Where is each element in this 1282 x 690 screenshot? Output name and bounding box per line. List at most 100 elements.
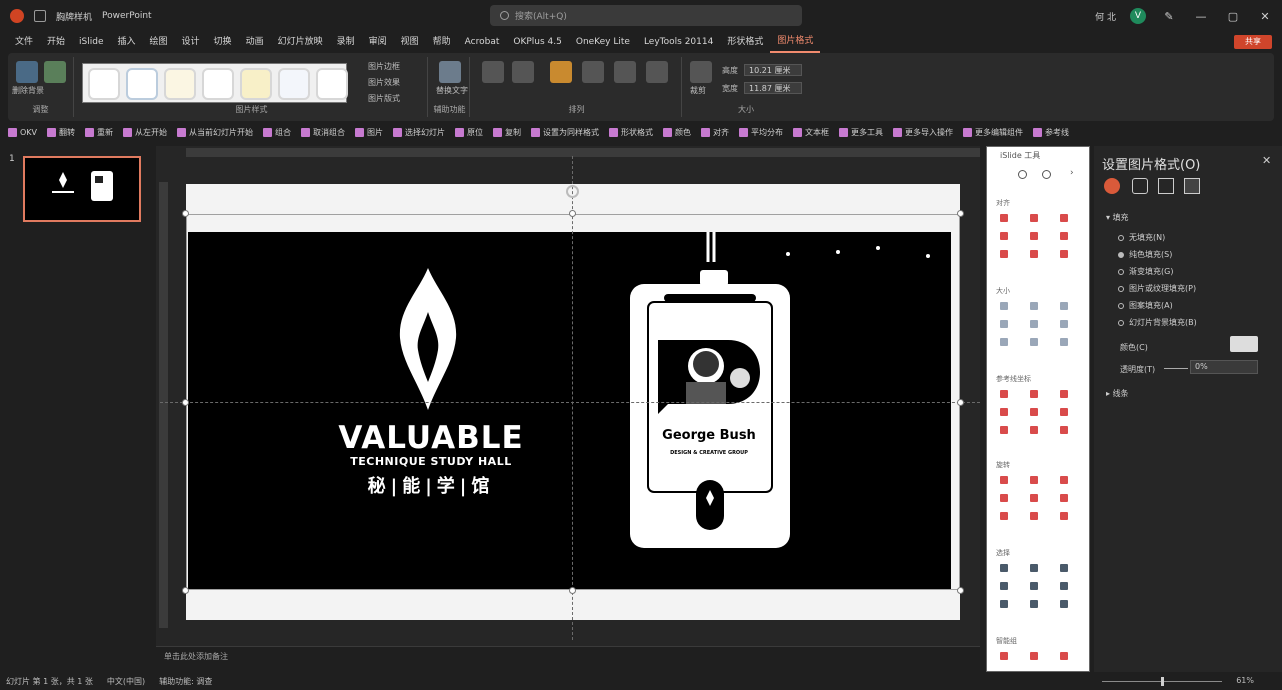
resize-handle-ne[interactable] [957, 210, 964, 217]
islide-tool-icon[interactable] [1030, 302, 1038, 310]
picture-style-7[interactable] [316, 68, 348, 100]
islide-tool-icon[interactable] [1030, 214, 1038, 222]
quick-tool-12[interactable]: 形状格式 [609, 127, 653, 138]
islide-tool-icon[interactable] [1060, 564, 1068, 572]
menu-item-17[interactable]: 形状格式 [720, 32, 770, 52]
panel-collapse-icon[interactable]: › [1070, 168, 1074, 178]
notes-bar[interactable] [156, 646, 980, 668]
islide-tool-icon[interactable] [1030, 476, 1038, 484]
islide-tool-icon[interactable] [1000, 426, 1008, 434]
picture-effects-button[interactable]: 图片效果 [368, 77, 400, 88]
picture-style-4[interactable] [202, 68, 234, 100]
islide-tool-icon[interactable] [1060, 512, 1068, 520]
resize-handle-sw[interactable] [182, 587, 189, 594]
islide-tool-icon[interactable] [1060, 250, 1068, 258]
fill-option[interactable]: 纯色填充(S) [1118, 249, 1172, 260]
picture-style-2[interactable] [126, 68, 158, 100]
islide-tool-icon[interactable] [1000, 250, 1008, 258]
islide-tool-icon[interactable] [1000, 390, 1008, 398]
radio-icon[interactable] [1118, 251, 1124, 258]
crop-icon[interactable] [690, 61, 712, 83]
panel-help-icon[interactable] [1042, 170, 1051, 179]
menu-item-2[interactable]: iSlide [72, 32, 110, 52]
picture-style-3[interactable] [164, 68, 196, 100]
islide-tool-icon[interactable] [1030, 600, 1038, 608]
bring-forward-icon[interactable] [482, 61, 504, 83]
transparency-slider[interactable] [1164, 368, 1188, 369]
quick-tool-0[interactable]: OKV [8, 127, 37, 137]
menu-item-15[interactable]: OneKey Lite [569, 32, 637, 52]
fill-option[interactable]: 渐变填充(G) [1118, 266, 1173, 277]
islide-tool-icon[interactable] [1030, 582, 1038, 590]
pen-icon[interactable]: ✎ [1160, 10, 1178, 23]
quick-tool-2[interactable]: 重新 [85, 127, 113, 138]
radio-icon[interactable] [1118, 234, 1124, 241]
quick-tool-6[interactable]: 取消组合 [301, 127, 345, 138]
group-icon[interactable] [614, 61, 636, 83]
islide-tool-icon[interactable] [1000, 512, 1008, 520]
quick-tool-20[interactable]: 参考线 [1033, 127, 1069, 138]
quick-tool-7[interactable]: 图片 [355, 127, 383, 138]
islide-tool-icon[interactable] [1030, 338, 1038, 346]
islide-tool-icon[interactable] [1060, 214, 1068, 222]
menu-item-5[interactable]: 设计 [175, 32, 207, 52]
close-icon[interactable]: ✕ [1262, 154, 1271, 167]
share-button[interactable]: 共享 [1234, 35, 1272, 49]
islide-tool-icon[interactable] [1030, 320, 1038, 328]
islide-tool-icon[interactable] [1000, 494, 1008, 502]
menu-item-12[interactable]: 帮助 [426, 32, 458, 52]
islide-tool-icon[interactable] [1060, 302, 1068, 310]
menu-item-13[interactable]: Acrobat [458, 32, 507, 52]
fill-line-tab-icon[interactable] [1104, 178, 1120, 194]
radio-icon[interactable] [1118, 268, 1124, 275]
islide-tool-icon[interactable] [1030, 250, 1038, 258]
quick-tool-16[interactable]: 文本框 [793, 127, 829, 138]
alt-text-icon[interactable] [439, 61, 461, 83]
selection-pane-icon[interactable] [550, 61, 572, 83]
menu-item-18[interactable]: 图片格式 [770, 31, 821, 53]
picture-style-1[interactable] [88, 68, 120, 100]
islide-tool-icon[interactable] [1030, 512, 1038, 520]
islide-tool-icon[interactable] [1030, 390, 1038, 398]
resize-handle-e[interactable] [957, 399, 964, 406]
user-name[interactable]: 何 北 [1095, 10, 1116, 23]
accessibility-indicator[interactable]: 辅助功能: 调查 [159, 676, 212, 687]
picture-tab-icon[interactable] [1184, 178, 1200, 194]
save-icon[interactable] [34, 10, 46, 22]
menu-item-11[interactable]: 视图 [394, 32, 426, 52]
islide-tool-icon[interactable] [1000, 408, 1008, 416]
islide-tool-icon[interactable] [1000, 320, 1008, 328]
remove-background-icon[interactable] [16, 61, 38, 83]
send-backward-icon[interactable] [512, 61, 534, 83]
transparency-input[interactable]: 0% [1190, 360, 1258, 374]
radio-icon[interactable] [1118, 319, 1124, 326]
resize-handle-s[interactable] [569, 587, 576, 594]
menu-item-3[interactable]: 插入 [111, 32, 143, 52]
islide-tool-icon[interactable] [1060, 232, 1068, 240]
maximize-button[interactable]: ▢ [1224, 10, 1242, 23]
picture-layout-button[interactable]: 图片版式 [368, 93, 400, 104]
islide-tool-icon[interactable] [1030, 426, 1038, 434]
slide-thumbnail[interactable] [23, 156, 141, 222]
artistic-effects-icon[interactable] [44, 61, 66, 83]
resize-handle-w[interactable] [182, 399, 189, 406]
resize-handle-se[interactable] [957, 587, 964, 594]
islide-tool-icon[interactable] [1030, 494, 1038, 502]
islide-tool-icon[interactable] [1000, 476, 1008, 484]
menu-item-14[interactable]: OKPlus 4.5 [506, 32, 568, 52]
resize-handle-n[interactable] [569, 210, 576, 217]
quick-tool-11[interactable]: 设置为同样格式 [531, 127, 599, 138]
notes-placeholder[interactable]: 单击此处添加备注 [164, 651, 228, 662]
picture-style-5[interactable] [240, 68, 272, 100]
islide-tool-icon[interactable] [1030, 232, 1038, 240]
size-properties-tab-icon[interactable] [1158, 178, 1174, 194]
islide-tool-icon[interactable] [1000, 232, 1008, 240]
fill-option[interactable]: 图片或纹理填充(P) [1118, 283, 1196, 294]
islide-tool-icon[interactable] [1060, 338, 1068, 346]
islide-tool-icon[interactable] [1000, 600, 1008, 608]
quick-tool-15[interactable]: 平均分布 [739, 127, 783, 138]
resize-handle-nw[interactable] [182, 210, 189, 217]
quick-tool-8[interactable]: 选择幻灯片 [393, 127, 445, 138]
quick-tool-17[interactable]: 更多工具 [839, 127, 883, 138]
quick-tool-1[interactable]: 翻转 [47, 127, 75, 138]
